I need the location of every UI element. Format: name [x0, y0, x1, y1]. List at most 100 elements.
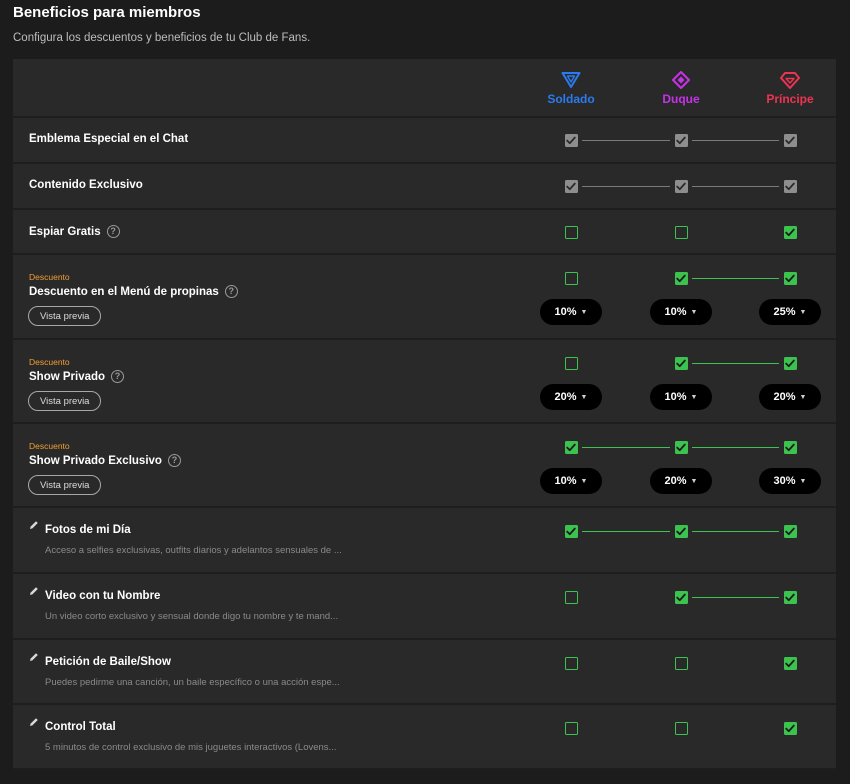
tier-connector: [582, 446, 670, 448]
benefit-label-text: Espiar Gratis: [29, 225, 101, 238]
tier-checkbox-soldado: [564, 133, 578, 147]
discount-percent-select[interactable]: 10% ▼: [650, 299, 712, 325]
tier-name: Duque: [662, 92, 700, 106]
benefit-description: Un video corto exclusivo y sensual donde…: [45, 611, 339, 622]
tier-checkbox-duque[interactable]: [674, 656, 688, 670]
tier-checkbox-príncipe[interactable]: [783, 590, 797, 604]
discount-percent-select[interactable]: 30% ▼: [759, 468, 821, 494]
percent-value: 10%: [664, 306, 687, 318]
discount-percent-select[interactable]: 10% ▼: [540, 299, 602, 325]
benefit-title: Video con tu Nombre: [45, 590, 161, 602]
benefit-label: Show Privado Exclusivo?: [29, 454, 181, 467]
tier-principe: Príncipe: [750, 71, 830, 106]
pencil-icon[interactable]: [29, 583, 39, 595]
tier-connector: [692, 362, 779, 364]
benefit-row: Emblema Especial en el Chat: [13, 118, 836, 164]
benefits-table: Soldado Duque Príncipe Emblema Especial …: [13, 59, 836, 770]
chevron-down-icon: ▼: [690, 308, 698, 316]
discount-percent-select[interactable]: 20% ▼: [540, 384, 602, 410]
discount-tag: Descuento: [29, 441, 70, 451]
tier-checkbox-duque: [674, 133, 688, 147]
help-icon[interactable]: ?: [224, 285, 238, 298]
benefit-label: Show Privado?: [29, 370, 125, 383]
pencil-icon[interactable]: [29, 649, 39, 661]
tier-checkbox-soldado[interactable]: [564, 440, 578, 454]
help-icon[interactable]: ?: [111, 370, 125, 383]
tier-checkbox-duque[interactable]: [674, 721, 688, 735]
tier-checkbox-duque[interactable]: [674, 440, 688, 454]
percent-value: 10%: [554, 306, 577, 318]
discount-percent-select[interactable]: 20% ▼: [650, 468, 712, 494]
tier-checkbox-soldado[interactable]: [564, 356, 578, 370]
tier-connector: [692, 139, 779, 141]
chevron-down-icon: ▼: [690, 477, 698, 485]
benefit-label: Contenido Exclusivo: [29, 179, 143, 191]
page-title: Beneficios para miembros: [13, 4, 201, 21]
pencil-icon[interactable]: [29, 714, 39, 726]
tier-checkbox-príncipe[interactable]: [783, 656, 797, 670]
benefit-row: Espiar Gratis?: [13, 210, 836, 255]
tier-checkbox-soldado[interactable]: [564, 590, 578, 604]
tier-checkbox-príncipe[interactable]: [783, 225, 797, 239]
pencil-icon[interactable]: [29, 517, 39, 529]
tier-checkbox-soldado: [564, 179, 578, 193]
chevron-down-icon: ▼: [799, 393, 807, 401]
tier-checkbox-duque[interactable]: [674, 225, 688, 239]
discount-percent-select[interactable]: 10% ▼: [650, 384, 712, 410]
chevron-down-icon: ▼: [690, 393, 698, 401]
tier-connector: [692, 446, 779, 448]
discount-percent-select[interactable]: 10% ▼: [540, 468, 602, 494]
preview-button[interactable]: Vista previa: [28, 306, 102, 326]
benefit-label-text: Show Privado Exclusivo: [29, 454, 162, 467]
benefit-row: Petición de Baile/Show Puedes pedirme una…: [13, 640, 836, 705]
tier-checkbox-soldado[interactable]: [564, 225, 578, 239]
chevron-down-icon: ▼: [799, 477, 807, 485]
discount-tag: Descuento: [29, 272, 70, 282]
tier-name: Príncipe: [766, 92, 814, 106]
tier-checkbox-príncipe[interactable]: [783, 356, 797, 370]
tier-checkbox-soldado[interactable]: [564, 524, 578, 538]
tier-name: Soldado: [547, 92, 595, 106]
percent-value: 20%: [773, 391, 796, 403]
tier-checkbox-príncipe[interactable]: [783, 524, 797, 538]
benefit-label-text: Contenido Exclusivo: [29, 179, 143, 191]
tier-checkbox-soldado[interactable]: [564, 656, 578, 670]
preview-button[interactable]: Vista previa: [28, 391, 102, 411]
tier-checkbox-príncipe[interactable]: [783, 440, 797, 454]
triangle-icon: [561, 72, 581, 88]
tier-checkbox-duque[interactable]: [674, 271, 688, 285]
preview-button[interactable]: Vista previa: [28, 475, 102, 495]
tier-checkbox-soldado[interactable]: [564, 271, 578, 285]
page-header: Beneficios para miembros Configura los d…: [13, 4, 310, 44]
benefit-title: Fotos de mi Día: [45, 524, 131, 536]
discount-percent-select[interactable]: 20% ▼: [759, 384, 821, 410]
discount-percent-select[interactable]: 25% ▼: [759, 299, 821, 325]
benefit-description: 5 minutos de control exclusivo de mis ju…: [45, 742, 337, 753]
percent-value: 30%: [773, 475, 796, 487]
benefit-label: Emblema Especial en el Chat: [29, 133, 188, 145]
benefit-row: Fotos de mi Día Acceso a selfies exclusiv…: [13, 508, 836, 574]
benefit-label: Descuento en el Menú de propinas?: [29, 285, 238, 298]
benefit-row: Contenido Exclusivo: [13, 164, 836, 210]
benefit-description: Acceso a selfies exclusivas, outfits dia…: [45, 545, 342, 556]
benefit-row: Descuento Show Privado Exclusivo? Vista pr…: [13, 424, 836, 508]
help-icon[interactable]: ?: [106, 225, 120, 238]
chevron-down-icon: ▼: [580, 477, 588, 485]
benefit-label-text: Show Privado: [29, 370, 106, 383]
benefit-title: Control Total: [45, 721, 116, 733]
benefit-label-text: Emblema Especial en el Chat: [29, 133, 189, 145]
tier-soldado: Soldado: [531, 71, 611, 106]
percent-value: 25%: [773, 306, 796, 318]
tier-header-row: Soldado Duque Príncipe: [13, 59, 836, 118]
benefit-row: Descuento Show Privado? Vista previa 20% ▼ 10…: [13, 340, 836, 424]
tier-checkbox-príncipe[interactable]: [783, 271, 797, 285]
tier-checkbox-duque[interactable]: [674, 524, 688, 538]
tier-checkbox-soldado[interactable]: [564, 721, 578, 735]
tier-checkbox-duque: [674, 179, 688, 193]
percent-value: 10%: [554, 475, 577, 487]
tier-checkbox-duque[interactable]: [674, 590, 688, 604]
benefit-row: Descuento Descuento en el Menú de propina…: [13, 255, 836, 340]
tier-checkbox-príncipe[interactable]: [783, 721, 797, 735]
tier-checkbox-duque[interactable]: [674, 356, 688, 370]
help-icon[interactable]: ?: [167, 454, 181, 467]
